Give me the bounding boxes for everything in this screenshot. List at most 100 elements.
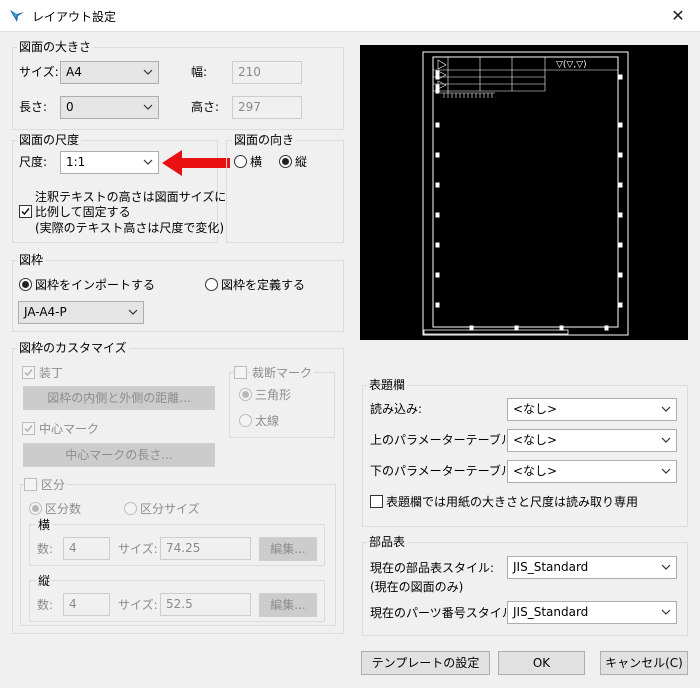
upper-table-select[interactable]: <なし> <box>507 429 677 452</box>
upper-table-label: 上のパラメーターテーブル: <box>370 433 517 447</box>
checkmark-icon <box>24 425 33 433</box>
import-frame-radio[interactable] <box>19 278 32 291</box>
fixed-text-checkbox[interactable] <box>19 205 32 218</box>
readonly-checkbox[interactable] <box>370 495 383 508</box>
center-mark-length-button[interactable]: 中心マークの長さ... <box>23 443 215 467</box>
frame-select[interactable]: JA-A4-P <box>18 301 144 324</box>
length-select[interactable]: 0 <box>60 96 159 119</box>
customize-legend: 図枠のカスタマイズ <box>17 341 129 355</box>
chevron-down-icon <box>661 468 671 474</box>
scale-select[interactable]: 1:1 <box>60 151 159 174</box>
part-number-select[interactable]: JIS_Standard <box>507 601 677 624</box>
paper-size-legend: 図面の大きさ <box>17 40 94 54</box>
landscape-label: 横 <box>250 155 263 169</box>
h-size-field[interactable]: 74.25 <box>160 537 251 560</box>
scale-select-value: 1:1 <box>66 155 86 169</box>
lower-table-select[interactable]: <なし> <box>507 460 677 483</box>
scale-label: 尺度: <box>19 155 48 169</box>
fixed-text-line3: (実際のテキスト高さは尺度で変化) <box>35 221 225 235</box>
height-label: 高さ: <box>191 100 220 114</box>
h-count-label: 数: <box>37 542 54 556</box>
chevron-down-icon <box>128 309 138 315</box>
zone-label: 区分 <box>39 478 68 492</box>
readonly-label: 表題欄では用紙の大きさと尺度は読み取り専用 <box>386 495 639 509</box>
part-number-label: 現在のパーツ番号スタイル: <box>370 606 518 620</box>
ok-button[interactable]: OK <box>498 651 585 675</box>
trim-mark-group <box>229 372 335 438</box>
v-count-label: 数: <box>37 598 54 612</box>
chevron-down-icon <box>661 406 671 412</box>
portrait-radio[interactable] <box>279 155 292 168</box>
frame-select-value: JA-A4-P <box>24 305 67 319</box>
triangle-radio[interactable] <box>239 388 252 401</box>
bom-style-select[interactable]: JIS_Standard <box>507 556 677 579</box>
center-mark-checkbox[interactable] <box>22 422 35 435</box>
template-settings-button[interactable]: テンプレートの設定 <box>361 651 490 675</box>
cancel-button[interactable]: キャンセル(C) <box>600 651 688 675</box>
binding-checkbox[interactable] <box>22 366 35 379</box>
triangle-label: 三角形 <box>255 388 292 402</box>
checkmark-icon <box>24 369 33 377</box>
zone-count-label: 区分数 <box>45 502 82 516</box>
app-logo-icon <box>10 10 24 22</box>
upper-table-select-value: <なし> <box>513 433 558 447</box>
chevron-down-icon <box>661 609 671 615</box>
center-mark-label: 中心マーク <box>39 422 100 436</box>
binding-distance-button[interactable]: 図枠の内側と外側の距離... <box>23 386 215 410</box>
width-label: 幅: <box>191 65 208 79</box>
frame-legend: 図枠 <box>17 253 46 267</box>
h-size-label: サイズ: <box>118 542 158 556</box>
read-select[interactable]: <なし> <box>507 398 677 421</box>
v-size-field[interactable]: 52.5 <box>160 593 251 616</box>
horizontal-legend: 横 <box>36 518 53 532</box>
layout-preview: ▽(▽,▽) <box>360 45 688 340</box>
scale-legend: 図面の尺度 <box>17 133 82 147</box>
window-title: レイアウト設定 <box>32 10 117 24</box>
zone-count-radio[interactable] <box>29 502 42 515</box>
chevron-down-icon <box>143 159 153 165</box>
line-label: 太線 <box>255 414 280 428</box>
trim-mark-label: 裁断マーク <box>250 366 315 380</box>
h-edit-button[interactable]: 編集... <box>259 537 317 561</box>
portrait-label: 縦 <box>295 155 308 169</box>
title-block-legend: 表題欄 <box>367 378 408 392</box>
trim-mark-checkbox[interactable] <box>234 366 247 379</box>
chevron-down-icon <box>661 437 671 443</box>
v-edit-button[interactable]: 編集... <box>259 593 317 617</box>
part-number-select-value: JIS_Standard <box>513 605 589 619</box>
preview-drawing: ▽(▽,▽) <box>422 51 629 336</box>
read-label: 読み込み: <box>370 402 423 416</box>
define-frame-label: 図枠を定義する <box>221 278 306 292</box>
height-field[interactable]: 297 <box>232 96 302 119</box>
size-label: サイズ: <box>19 65 59 79</box>
lower-table-label: 下のパラメーターテーブル: <box>370 464 517 478</box>
chevron-down-icon <box>143 104 153 110</box>
close-icon[interactable]: ✕ <box>660 2 696 30</box>
checkmark-icon <box>21 208 30 216</box>
landscape-radio[interactable] <box>234 155 247 168</box>
length-select-value: 0 <box>66 100 74 114</box>
red-arrow-icon <box>162 150 230 176</box>
v-count-field[interactable]: 4 <box>63 593 110 616</box>
size-select[interactable]: A4 <box>60 61 159 84</box>
vertical-legend: 縦 <box>36 574 53 588</box>
parts-list-legend: 部品表 <box>367 535 408 549</box>
bom-style-note: (現在の図面のみ) <box>370 580 464 594</box>
line-radio[interactable] <box>239 414 252 427</box>
size-select-value: A4 <box>66 65 82 79</box>
v-size-label: サイズ: <box>118 598 158 612</box>
bom-style-select-value: JIS_Standard <box>513 560 589 574</box>
fixed-text-line2: 比例して固定する <box>35 205 131 219</box>
zone-size-radio[interactable] <box>124 502 137 515</box>
bom-style-label: 現在の部品表スタイル: <box>370 561 495 575</box>
lower-table-select-value: <なし> <box>513 464 558 478</box>
zone-size-label: 区分サイズ <box>140 502 200 516</box>
fixed-text-line1: 注釈テキストの高さは図面サイズに <box>35 190 227 204</box>
orientation-legend: 図面の向き <box>232 133 297 147</box>
zone-checkbox[interactable] <box>24 478 37 491</box>
width-field[interactable]: 210 <box>232 61 302 84</box>
read-select-value: <なし> <box>513 402 558 416</box>
h-count-field[interactable]: 4 <box>63 537 110 560</box>
chevron-down-icon <box>661 564 671 570</box>
define-frame-radio[interactable] <box>205 278 218 291</box>
